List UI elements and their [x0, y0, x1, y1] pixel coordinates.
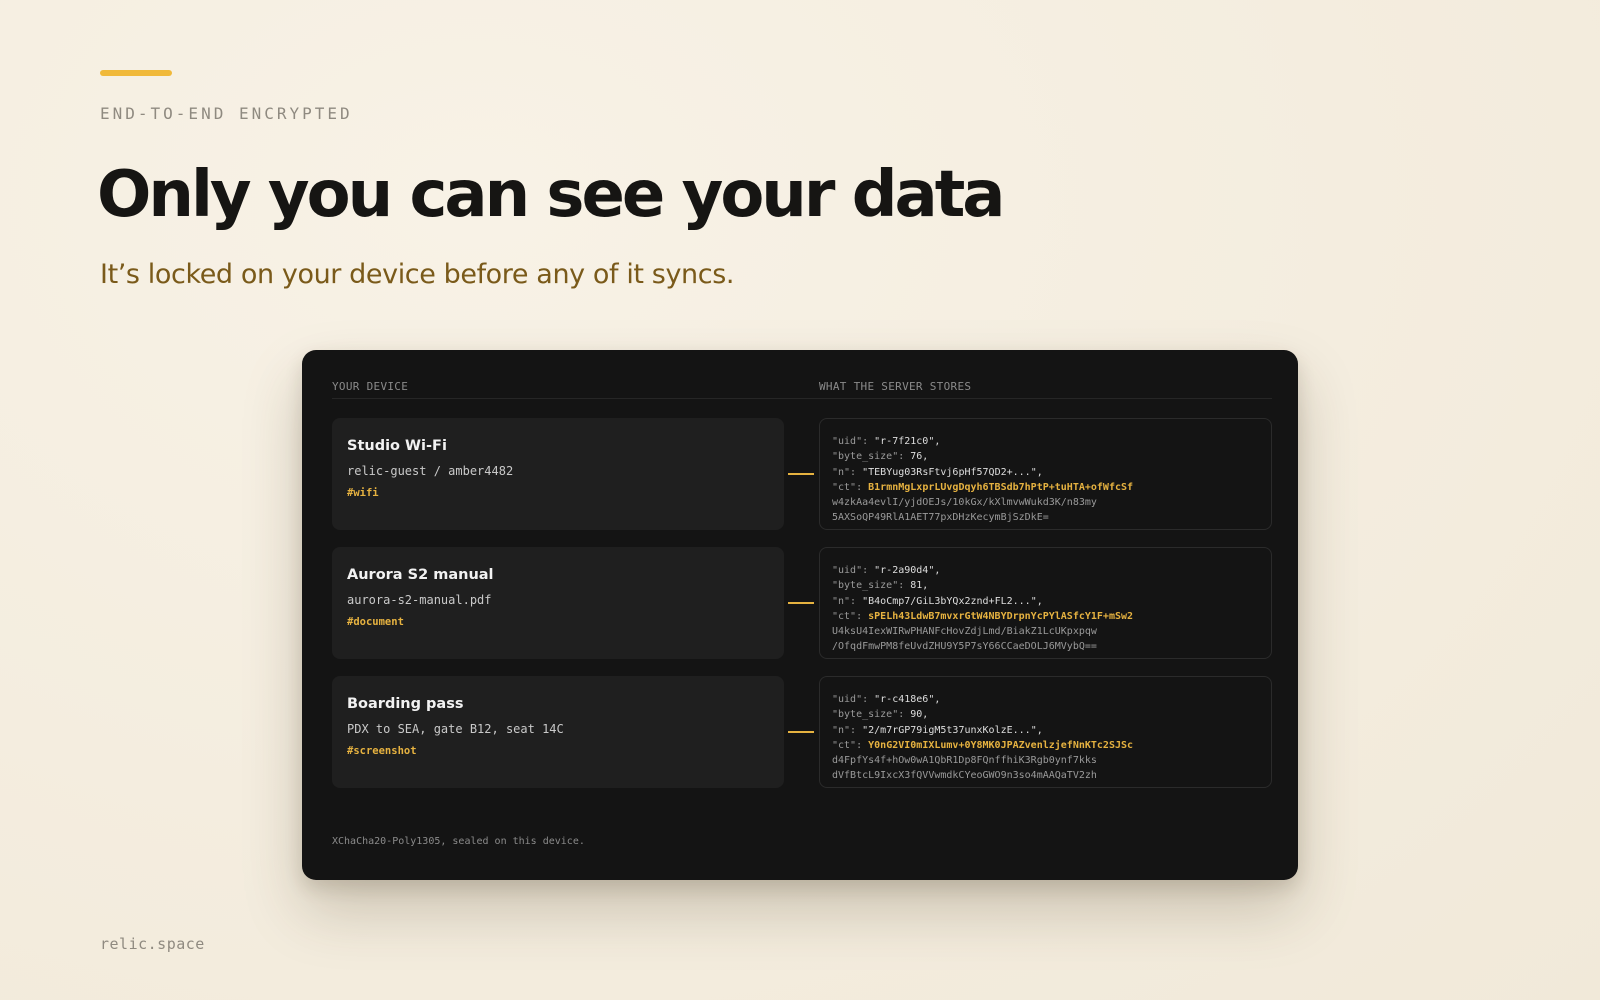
connector-line [788, 602, 814, 604]
ciphertext-continuation: dVfBtcL9IxcX3fQVVwmdkCYeoGWO9n3so4mAAQaT… [832, 770, 1097, 782]
encryption-panel: YOUR DEVICE WHAT THE SERVER STORES Studi… [302, 350, 1298, 880]
uid-key: "uid": [832, 694, 869, 705]
ciphertext-continuation: U4ksU4IexWIRwPHANFcHovZdjLmd/BiakZ1LcUKp… [832, 626, 1097, 638]
item-row: Boarding pass PDX to SEA, gate B12, seat… [332, 676, 1272, 788]
device-card: Studio Wi-Fi relic-guest / amber4482 #wi… [332, 418, 784, 530]
nonce-key: "n": [832, 466, 857, 478]
connector-line [788, 731, 814, 733]
uid-key: "uid": [832, 565, 869, 576]
brand-link[interactable]: relic.space [100, 935, 205, 953]
byte-size-value: 81, [904, 580, 929, 592]
item-row: Aurora S2 manual aurora-s2-manual.pdf #d… [332, 547, 1272, 659]
item-row: Studio Wi-Fi relic-guest / amber4482 #wi… [332, 418, 1272, 530]
ciphertext-continuation: /OfqdFmwPM8feUvdZHU9Y5P7sY66CCaeDOLJ6MVy… [832, 641, 1097, 653]
ciphertext-continuation: 5AXSoQP49RlA1AET77pxDHzKecymBjSzDkE= [832, 512, 1049, 524]
device-item-detail: relic-guest / amber4482 [347, 464, 514, 478]
device-item-detail: PDX to SEA, gate B12, seat 14C [347, 722, 564, 736]
device-item-tag: #screenshot [347, 745, 417, 757]
cipher-footnote: XChaCha20-Poly1305, sealed on this devic… [332, 836, 585, 847]
device-item-title: Aurora S2 manual [347, 567, 494, 583]
device-item-tag: #document [347, 616, 404, 628]
server-record-card: "uid": "r-2a90d4", "byte_size": 81, "n":… [819, 547, 1272, 659]
uid-value: "r-2a90d4", [868, 565, 941, 576]
nonce-value: "2/m7rGP79igM5t37unxKolzE...", [856, 724, 1043, 736]
device-item-detail: aurora-s2-manual.pdf [347, 593, 492, 607]
device-card: Boarding pass PDX to SEA, gate B12, seat… [332, 676, 784, 788]
byte-size-key: "byte_size": [832, 580, 905, 592]
nonce-value: "TEBYug03RsFtvj6pHf57QD2+...", [856, 466, 1043, 478]
uid-key: "uid": [832, 436, 869, 447]
ciphertext-key: "ct": [832, 610, 863, 622]
device-item-title: Boarding pass [347, 696, 464, 712]
ciphertext-continuation: d4FpfYs4f+hOw0wA1QbR1Dp8FQnffhiK3Rgb0ynf… [832, 755, 1097, 767]
server-column-header: WHAT THE SERVER STORES [819, 380, 972, 393]
uid-value: "r-c418e6", [868, 694, 941, 705]
device-card: Aurora S2 manual aurora-s2-manual.pdf #d… [332, 547, 784, 659]
uid-value: "r-7f21c0", [868, 436, 941, 447]
device-item-title: Studio Wi-Fi [347, 438, 447, 454]
nonce-key: "n": [832, 724, 857, 736]
ciphertext-key: "ct": [832, 481, 863, 493]
device-column-header: YOUR DEVICE [332, 380, 409, 393]
device-item-tag: #wifi [347, 487, 379, 499]
ciphertext-continuation: w4zkAa4evlI/yjdOEJs/10kGx/kXlmvwWukd3K/n… [832, 497, 1097, 509]
page-subtitle: It’s locked on your device before any of… [100, 259, 735, 290]
ciphertext-value: Y0nG2VI0mIXLumv+0Y8MK0JPAZvenlzjefNnKTc2… [862, 739, 1134, 751]
ciphertext-value: sPELh43LdwB7mvxrGtW4NBYDrpnYcPYlASfcY1F+… [862, 610, 1134, 622]
ciphertext-value: B1rmnMgLxprLUvgDqyh6TBSdb7hPtP+tuHTA+ofW… [862, 481, 1134, 493]
ciphertext-key: "ct": [832, 739, 863, 751]
accent-bar [100, 70, 172, 76]
nonce-value: "B4oCmp7/GiL3bYQx2znd+FL2...", [856, 595, 1043, 607]
eyebrow-label: END-TO-END ENCRYPTED [100, 104, 353, 123]
byte-size-key: "byte_size": [832, 709, 905, 721]
header-divider [332, 398, 1272, 399]
byte-size-key: "byte_size": [832, 451, 905, 463]
server-record-card: "uid": "r-c418e6", "byte_size": 90, "n":… [819, 676, 1272, 788]
connector-line [788, 473, 814, 475]
page-title: Only you can see your data [97, 158, 1005, 232]
nonce-key: "n": [832, 595, 857, 607]
byte-size-value: 76, [904, 451, 929, 463]
server-record-card: "uid": "r-7f21c0", "byte_size": 76, "n":… [819, 418, 1272, 530]
byte-size-value: 90, [904, 709, 929, 721]
